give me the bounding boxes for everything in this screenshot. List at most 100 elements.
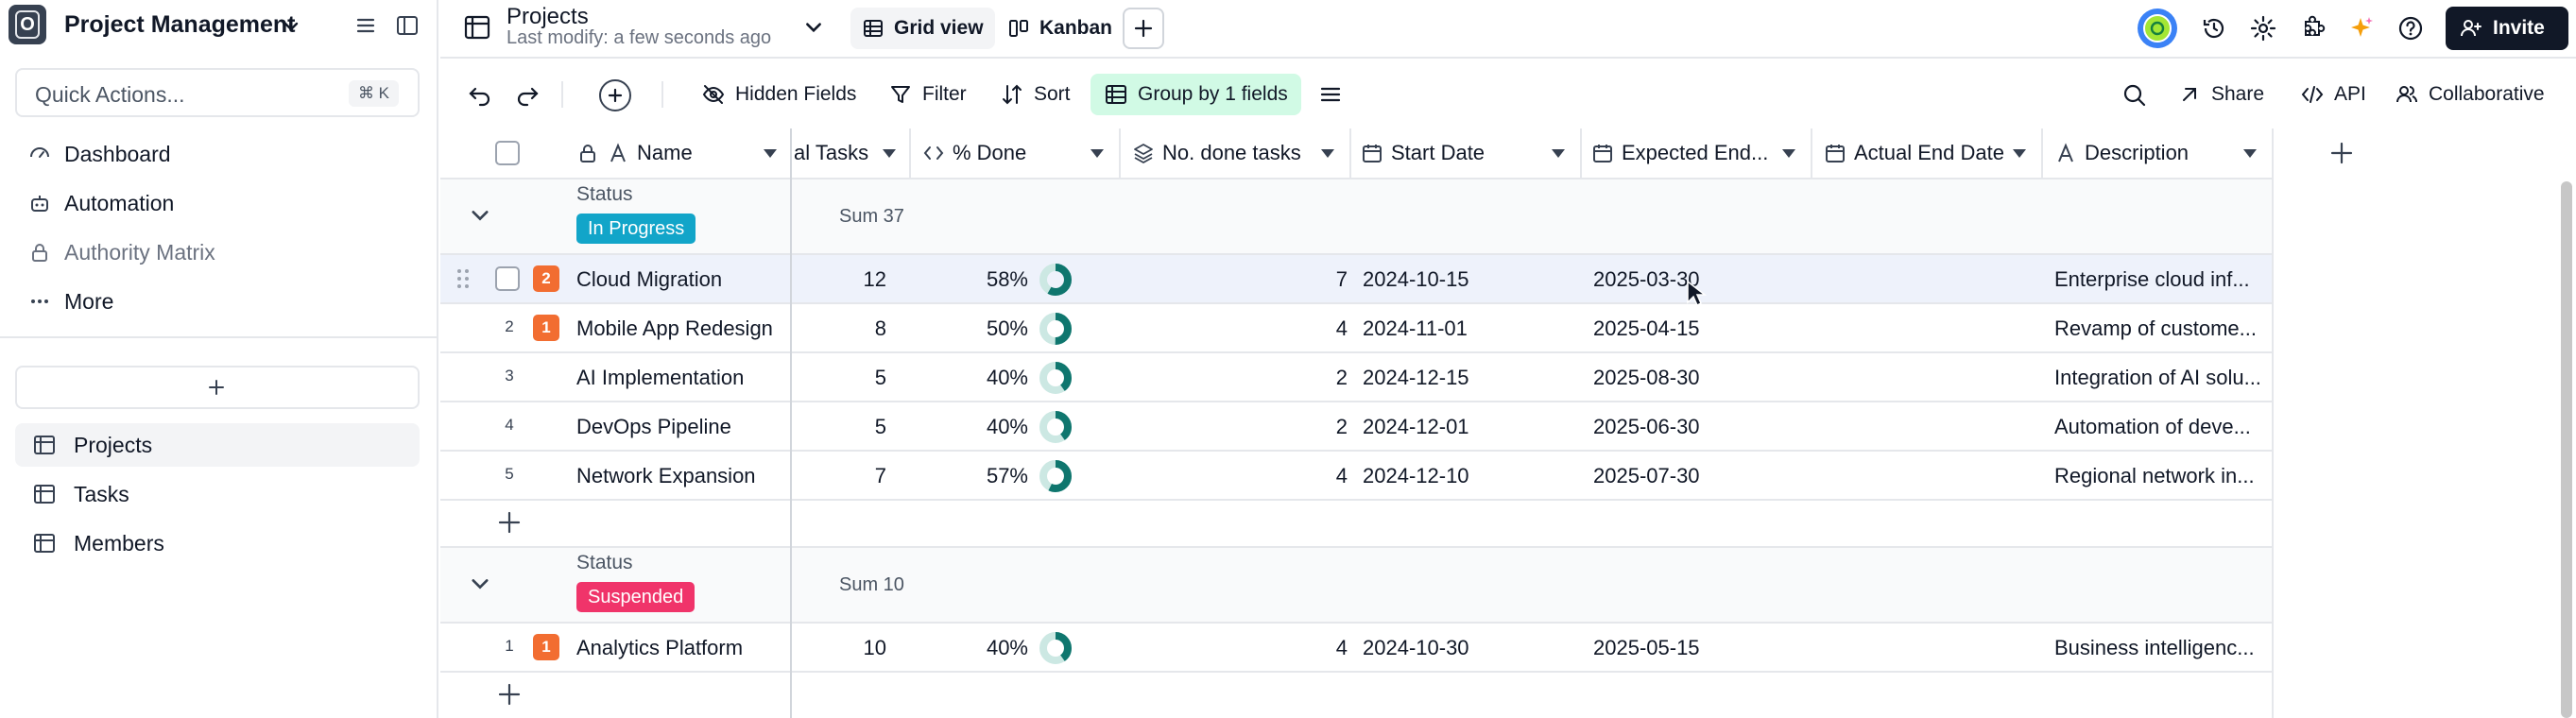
column-menu-icon[interactable] — [764, 149, 777, 158]
cell-actual-end[interactable] — [1824, 304, 2041, 353]
tab-grid-view[interactable]: Grid view — [850, 8, 995, 49]
column-header-done-tasks[interactable]: No. done tasks — [1132, 128, 1349, 178]
chevron-down-icon[interactable] — [469, 204, 491, 227]
sidebar-collapse-icon[interactable] — [395, 13, 420, 38]
cell-name[interactable]: DevOps Pipeline — [576, 402, 784, 452]
cell-expected-end[interactable]: 2025-08-30 — [1593, 353, 1811, 402]
search-icon[interactable] — [2121, 81, 2149, 110]
group-button[interactable]: Group by 1 fields — [1091, 74, 1301, 115]
vertical-scrollbar[interactable] — [2561, 181, 2572, 718]
help-icon[interactable] — [2396, 14, 2425, 43]
cell-name[interactable]: AI Implementation — [576, 353, 784, 402]
sidebar-table-projects[interactable]: Projects — [15, 423, 420, 467]
puzzle-icon[interactable] — [2298, 14, 2327, 43]
cell-start-date[interactable]: 2024-12-10 — [1363, 452, 1580, 501]
cell-description[interactable]: Regional network in... — [2054, 452, 2268, 501]
add-view-button[interactable] — [1123, 8, 1164, 49]
cell-actual-end[interactable] — [1824, 353, 2041, 402]
nav-more[interactable]: More — [26, 281, 113, 322]
nav-automation[interactable]: Automation — [26, 182, 174, 224]
add-column-icon[interactable] — [2328, 140, 2355, 166]
cell-done-tasks[interactable]: 4 — [1132, 304, 1348, 353]
add-record-button[interactable] — [599, 79, 631, 111]
column-header-total-tasks[interactable]: al Tasks — [794, 128, 881, 178]
invite-button[interactable]: Invite — [2446, 7, 2568, 50]
cell-expected-end[interactable]: 2025-06-30 — [1593, 402, 1811, 452]
cell-name[interactable]: Analytics Platform — [576, 624, 784, 673]
cell-name[interactable]: Network Expansion — [576, 452, 784, 501]
cell-expected-end[interactable]: 2025-05-15 — [1593, 624, 1811, 673]
cell-start-date[interactable]: 2024-12-15 — [1363, 353, 1580, 402]
cell-expected-end[interactable]: 2025-04-15 — [1593, 304, 1811, 353]
column-menu-icon[interactable] — [2243, 149, 2257, 158]
cell-done-tasks[interactable]: 2 — [1132, 353, 1348, 402]
cell-percent-done[interactable]: 40% — [932, 402, 1028, 452]
cell-percent-done[interactable]: 40% — [932, 353, 1028, 402]
tab-kanban[interactable]: Kanban — [996, 8, 1124, 49]
column-menu-icon[interactable] — [1091, 149, 1104, 158]
chevron-down-icon[interactable] — [282, 17, 301, 36]
cell-description[interactable]: Integration of AI solu... — [2054, 353, 2268, 402]
cell-description[interactable]: Enterprise cloud inf... — [2054, 255, 2268, 304]
column-header-actual-end[interactable]: Actual End Date — [1824, 128, 2013, 178]
cell-description[interactable]: Automation of deve... — [2054, 402, 2268, 452]
cell-start-date[interactable]: 2024-12-01 — [1363, 402, 1580, 452]
cell-start-date[interactable]: 2024-10-15 — [1363, 255, 1580, 304]
add-table-button[interactable] — [15, 366, 420, 409]
sparkle-icon[interactable] — [2347, 14, 2376, 43]
cell-done-tasks[interactable]: 2 — [1132, 402, 1348, 452]
cell-done-tasks[interactable]: 7 — [1132, 255, 1348, 304]
cell-percent-done[interactable]: 40% — [932, 624, 1028, 673]
cell-name[interactable]: Mobile App Redesign — [576, 304, 784, 353]
redo-icon[interactable] — [514, 81, 541, 108]
select-all-checkbox[interactable] — [495, 141, 520, 165]
app-logo[interactable]: O — [9, 5, 46, 44]
column-header-start-date[interactable]: Start Date — [1361, 128, 1550, 178]
column-menu-icon[interactable] — [2013, 149, 2026, 158]
cell-percent-done[interactable]: 57% — [932, 452, 1028, 501]
cell-total-tasks[interactable]: 8 — [794, 304, 886, 353]
collaborative-button[interactable]: Collaborative — [2387, 74, 2552, 115]
cell-percent-done[interactable]: 58% — [932, 255, 1028, 304]
row-checkbox[interactable] — [495, 266, 520, 291]
column-menu-icon[interactable] — [1782, 149, 1795, 158]
drag-handle-icon[interactable] — [455, 266, 471, 291]
nav-dashboard[interactable]: Dashboard — [26, 133, 171, 175]
column-header-percent-done[interactable]: % Done — [922, 128, 1073, 178]
cell-done-tasks[interactable]: 4 — [1132, 624, 1348, 673]
table-title[interactable]: Projects — [507, 4, 589, 30]
cell-description[interactable]: Revamp of custome... — [2054, 304, 2268, 353]
cell-actual-end[interactable] — [1824, 255, 2041, 304]
gear-icon[interactable] — [2249, 14, 2277, 43]
list-icon[interactable] — [353, 13, 378, 38]
add-row-icon[interactable] — [497, 682, 522, 707]
cell-total-tasks[interactable]: 5 — [794, 402, 886, 452]
column-menu-icon[interactable] — [1552, 149, 1565, 158]
quick-actions-input[interactable]: Quick Actions... ⌘ K — [15, 68, 420, 117]
history-icon[interactable] — [2200, 14, 2228, 43]
api-button[interactable]: API — [2293, 74, 2374, 115]
cell-expected-end[interactable]: 2025-07-30 — [1593, 452, 1811, 501]
cell-done-tasks[interactable]: 4 — [1132, 452, 1348, 501]
cell-total-tasks[interactable]: 7 — [794, 452, 886, 501]
cell-actual-end[interactable] — [1824, 402, 2041, 452]
sidebar-table-members[interactable]: Members — [15, 521, 420, 565]
cell-start-date[interactable]: 2024-11-01 — [1363, 304, 1580, 353]
cell-name[interactable]: Cloud Migration — [576, 255, 784, 304]
filter-button[interactable]: Filter — [881, 74, 974, 115]
cell-actual-end[interactable] — [1824, 624, 2041, 673]
hidden-fields-button[interactable]: Hidden Fields — [694, 74, 864, 115]
column-header-expected-end[interactable]: Expected End... — [1591, 128, 1780, 178]
cell-start-date[interactable]: 2024-10-30 — [1363, 624, 1580, 673]
share-button[interactable]: Share — [2170, 74, 2272, 115]
cell-percent-done[interactable]: 50% — [932, 304, 1028, 353]
cell-total-tasks[interactable]: 5 — [794, 353, 886, 402]
add-row-icon[interactable] — [497, 510, 522, 535]
column-menu-icon[interactable] — [1321, 149, 1334, 158]
undo-icon[interactable] — [467, 81, 493, 108]
cell-total-tasks[interactable]: 12 — [794, 255, 886, 304]
avatar[interactable] — [2138, 9, 2177, 48]
menu-icon[interactable] — [1317, 81, 1344, 108]
sort-button[interactable]: Sort — [992, 74, 1078, 115]
column-header-name[interactable]: Name — [576, 128, 765, 178]
